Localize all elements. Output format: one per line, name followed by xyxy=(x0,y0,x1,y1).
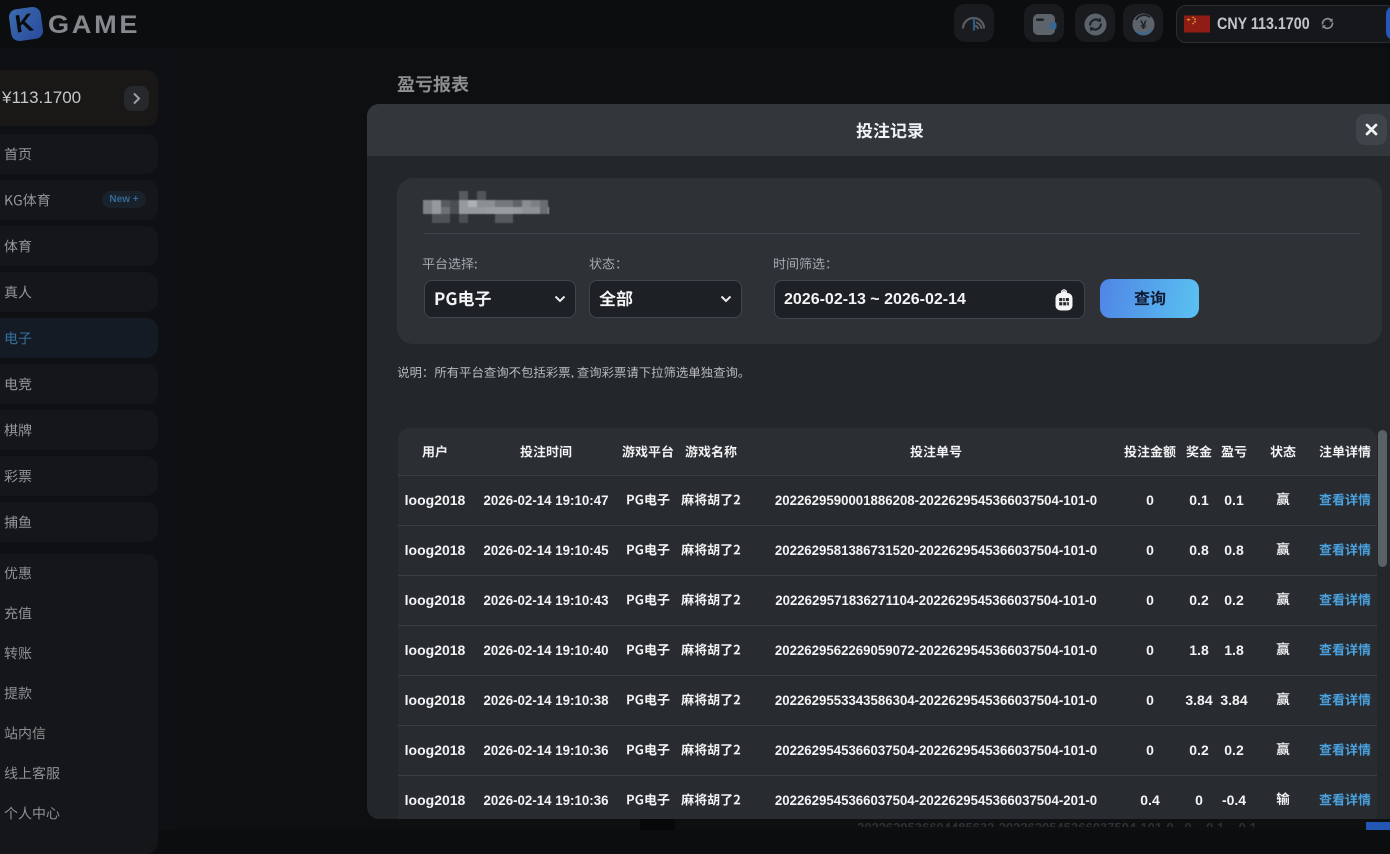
svg-text:¥: ¥ xyxy=(1140,18,1147,32)
